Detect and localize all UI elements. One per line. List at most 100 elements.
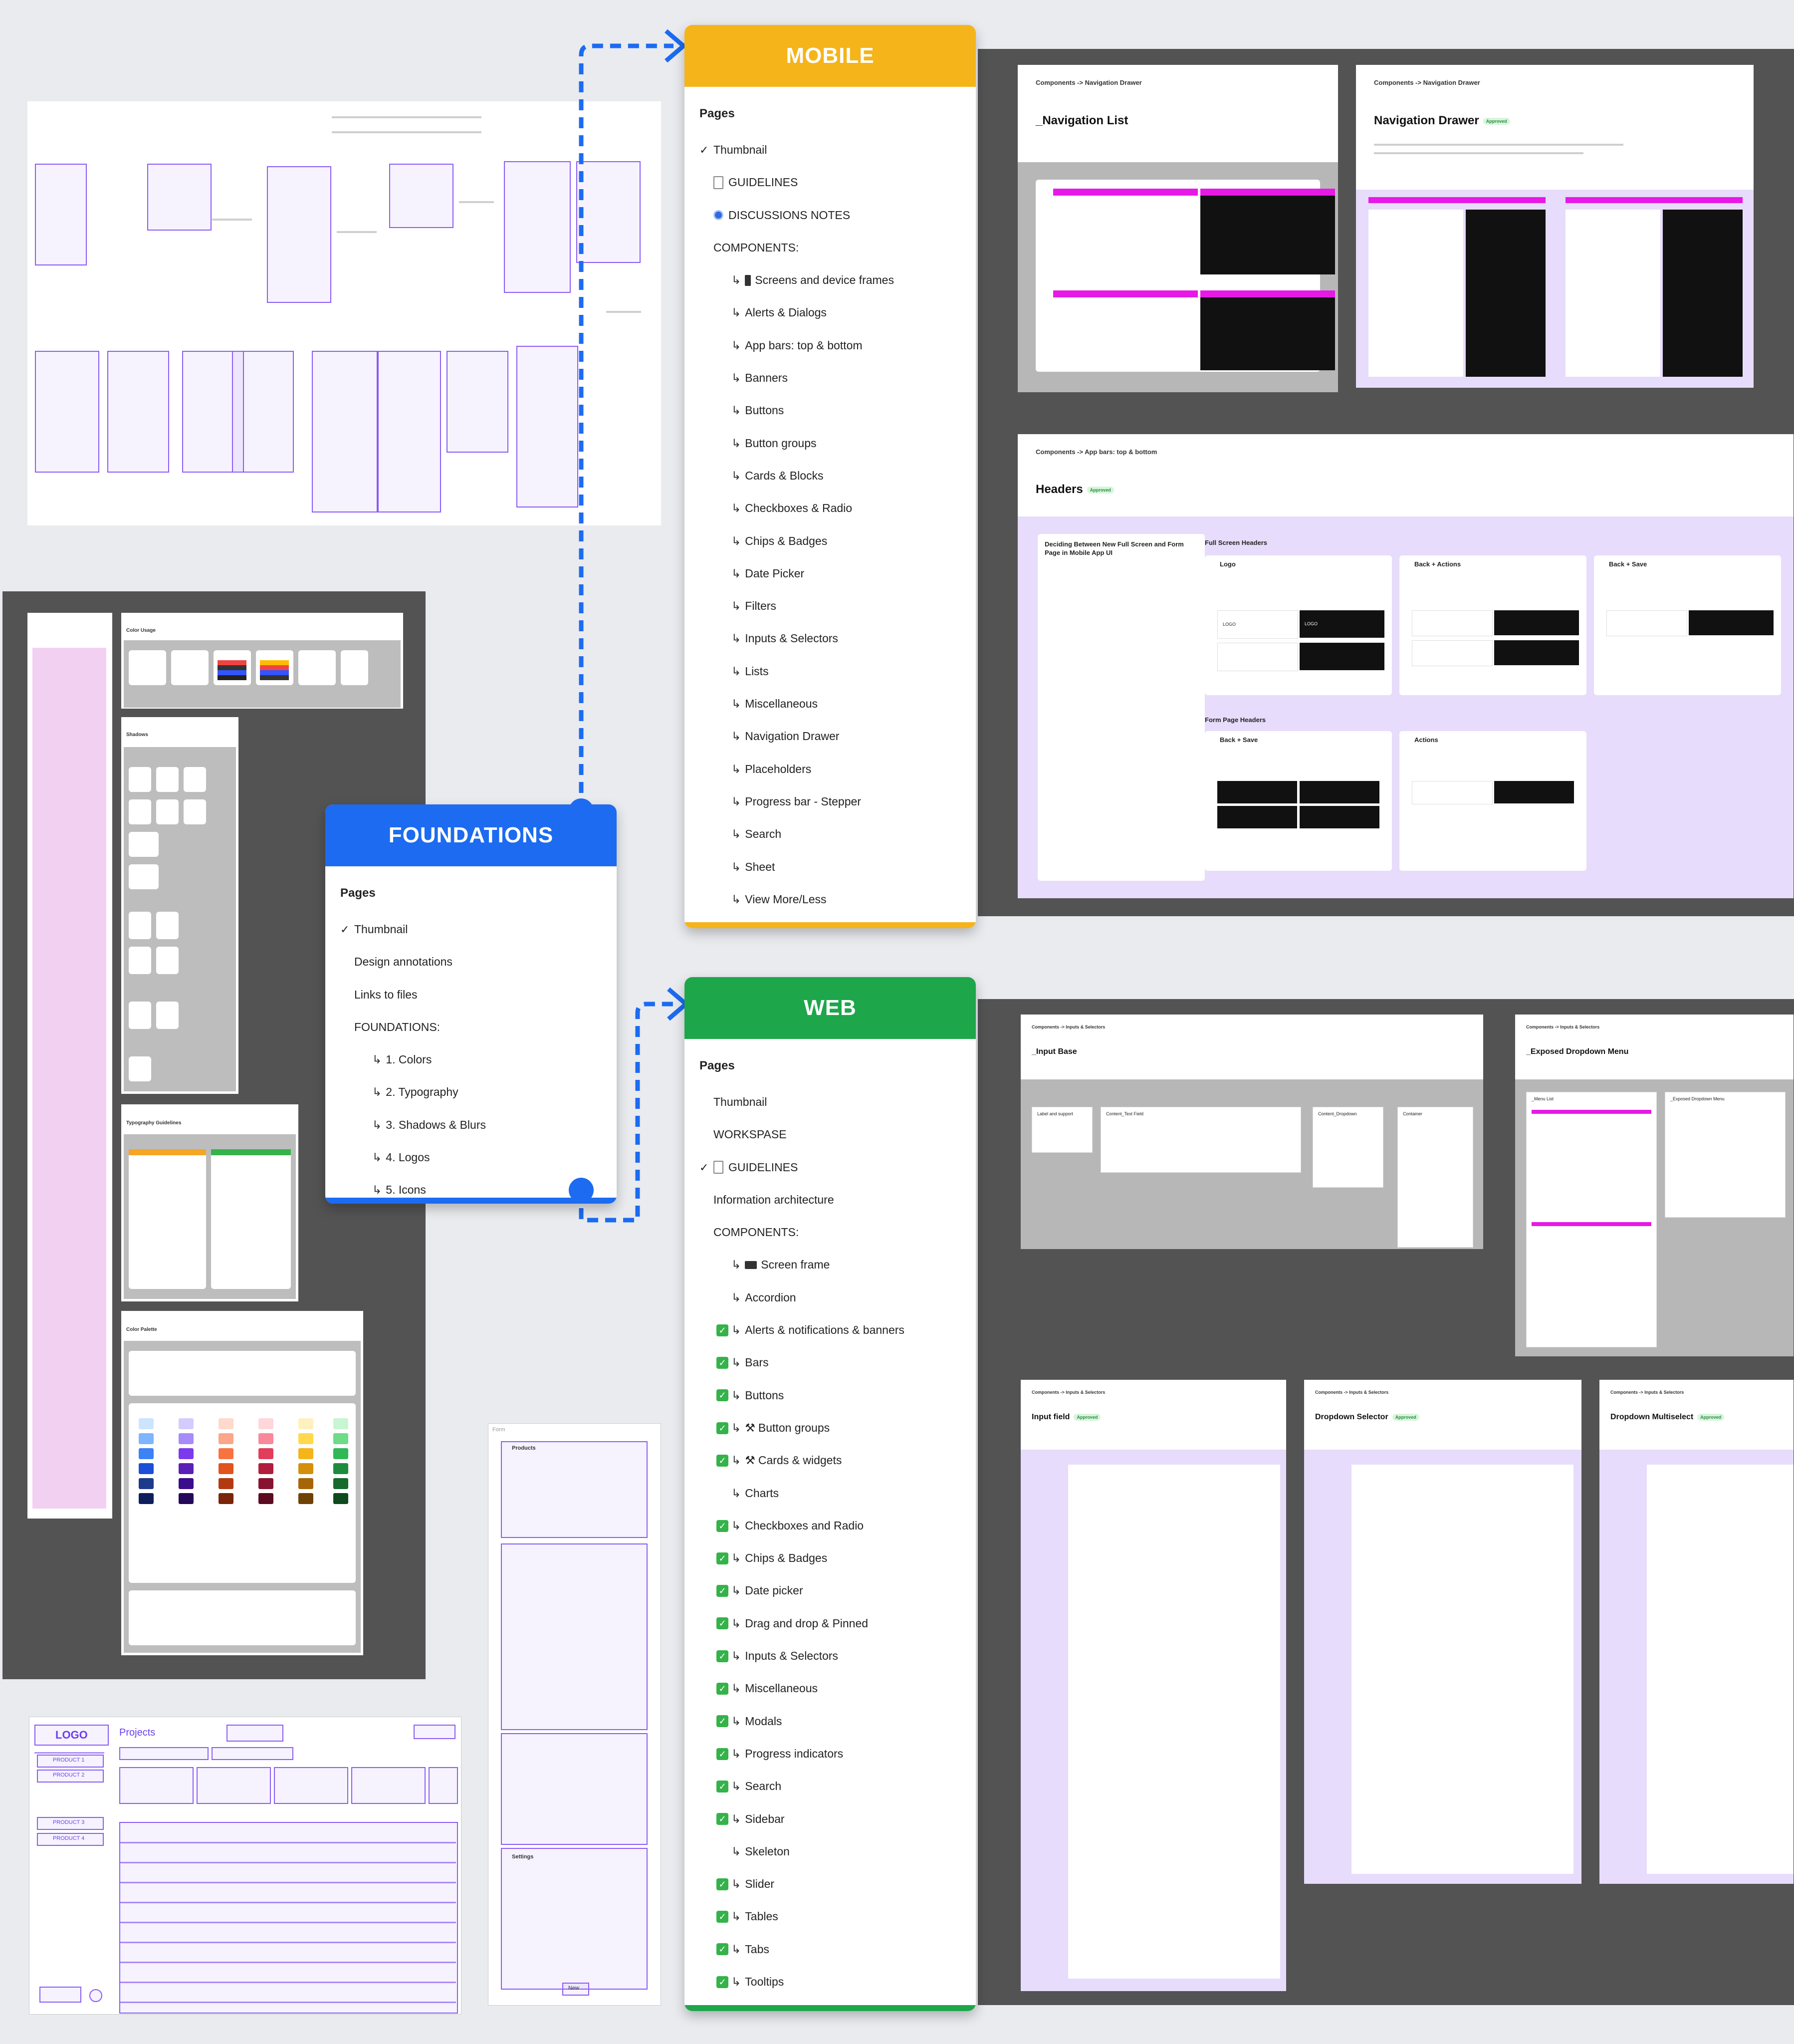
page-item-3-shadows-blurs[interactable]: ↳ 3. Shadows & Blurs xyxy=(325,1109,617,1141)
page-item-1-colors[interactable]: ↳ 1. Colors xyxy=(325,1043,617,1076)
page-item-guidelines[interactable]: GUIDELINES xyxy=(684,166,976,199)
page-item-label: Search xyxy=(745,827,782,841)
web-panel-footer xyxy=(684,2005,976,2011)
page-item-modals[interactable]: ✓ ↳ Modals xyxy=(684,1705,976,1738)
page-item-view-more-less[interactable]: ↳ View More/Less xyxy=(684,883,976,916)
page-item-tooltips[interactable]: ✓ ↳ Tooltips xyxy=(684,1966,976,1998)
page-item-label: Filters xyxy=(745,599,776,613)
report-card[interactable] xyxy=(274,1767,348,1804)
report-card[interactable] xyxy=(429,1767,458,1804)
page-item-information-architecture[interactable]: Information architecture xyxy=(684,1184,976,1216)
page-item-drag-and-drop-pinned[interactable]: ✓ ↳ Drag and drop & Pinned xyxy=(684,1607,976,1640)
page-item-progress-bar-stepper[interactable]: ↳ Progress bar - Stepper xyxy=(684,785,976,818)
page-item-components[interactable]: COMPONENTS: xyxy=(684,232,976,264)
page-item-2-typography[interactable]: ↳ 2. Typography xyxy=(325,1076,617,1108)
column-title: Container xyxy=(1403,1111,1423,1116)
page-item-date-picker[interactable]: ↳ Date Picker xyxy=(684,557,976,590)
checkmark-icon: ✓ xyxy=(699,144,709,156)
page-item-inputs-selectors[interactable]: ↳ Inputs & Selectors xyxy=(684,622,976,655)
wireframe-screen xyxy=(576,161,641,263)
sub-item-arrow-icon: ↳ xyxy=(731,1910,741,1923)
report-card[interactable] xyxy=(351,1767,426,1804)
form-wireframe: Form Products Settings New xyxy=(488,1423,661,2006)
page-item-banners[interactable]: ↳ Banners xyxy=(684,362,976,394)
document-icon xyxy=(713,1161,723,1174)
page-item-chips-badges[interactable]: ✓ ↳ Chips & Badges xyxy=(684,1542,976,1574)
page-item-search[interactable]: ↳ Search xyxy=(684,818,976,850)
page-item-navigation-drawer[interactable]: ↳ Navigation Drawer xyxy=(684,720,976,753)
page-item-charts[interactable]: ↳ Charts xyxy=(684,1477,976,1510)
page-item-placeholders[interactable]: ↳ Placeholders xyxy=(684,753,976,785)
page-item-alerts-notifications-banners[interactable]: ✓ ↳ Alerts & notifications & banners xyxy=(684,1314,976,1346)
sidebar-item-product-4[interactable]: PRODUCT 4 xyxy=(37,1833,104,1846)
page-item-label: Slider xyxy=(745,1877,775,1891)
top-right-button[interactable] xyxy=(414,1725,455,1739)
new-button[interactable]: New xyxy=(562,1983,589,1996)
page-item-buttons[interactable]: ✓ ↳ Buttons xyxy=(684,1379,976,1412)
page-item-inputs-selectors[interactable]: ✓ ↳ Inputs & Selectors xyxy=(684,1640,976,1672)
page-item-filters[interactable]: ↳ Filters xyxy=(684,590,976,622)
page-item-label: Links to files xyxy=(354,988,418,1001)
page-item-accordion[interactable]: ↳ Accordion xyxy=(684,1281,976,1314)
page-item-cards-blocks[interactable]: ↳ Cards & Blocks xyxy=(684,460,976,492)
sidebar-item-label: PRODUCT 1 xyxy=(53,1757,85,1763)
shadows-title: Shadows xyxy=(126,732,148,738)
page-item-workspase[interactable]: WORKSPASE xyxy=(684,1118,976,1151)
page-item-search[interactable]: ✓ ↳ Search xyxy=(684,1770,976,1802)
page-item-app-bars-top-bottom[interactable]: ↳ App bars: top & bottom xyxy=(684,329,976,362)
page-item-label: Alerts & Dialogs xyxy=(745,306,827,319)
sidebar-item-product-1[interactable]: PRODUCT 1 xyxy=(37,1755,104,1768)
page-item-foundations[interactable]: FOUNDATIONS: xyxy=(325,1011,617,1043)
sub-item-arrow-icon: ↳ xyxy=(731,1714,741,1728)
page-item-bars[interactable]: ✓ ↳ Bars xyxy=(684,1346,976,1379)
page-item-checkboxes-and-radio[interactable]: ✓ ↳ Checkboxes and Radio xyxy=(684,1510,976,1542)
page-item-links-to-files[interactable]: Links to files xyxy=(325,979,617,1011)
page-item-components[interactable]: COMPONENTS: xyxy=(684,1216,976,1249)
page-item-thumbnail[interactable]: ✓ Thumbnail xyxy=(684,134,976,166)
status-badge: Approved xyxy=(1697,1413,1725,1421)
company-select[interactable] xyxy=(119,1747,209,1760)
page-item-thumbnail[interactable]: ✓ Thumbnail xyxy=(325,913,617,946)
sidebar-item-product-2[interactable]: PRODUCT 2 xyxy=(37,1770,104,1783)
sub-item-arrow-icon: ↳ xyxy=(731,762,741,775)
page-item-lists[interactable]: ↳ Lists xyxy=(684,655,976,688)
page-item-screens-and-device-frames[interactable]: ↳ Screens and device frames xyxy=(684,264,976,296)
collapse-icon[interactable] xyxy=(89,1989,102,2002)
page-item-cards-widgets[interactable]: ✓ ↳ ⚒ Cards & widgets xyxy=(684,1444,976,1477)
report-card[interactable] xyxy=(119,1767,194,1804)
page-item-4-logos[interactable]: ↳ 4. Logos xyxy=(325,1141,617,1174)
sub-item-arrow-icon: ↳ xyxy=(731,502,741,515)
page-item-slider[interactable]: ✓ ↳ Slider xyxy=(684,1868,976,1900)
page-item-screen-frame[interactable]: ↳ Screen frame xyxy=(684,1249,976,1281)
page-item-discussions-notes[interactable]: DISCUSSIONS NOTES xyxy=(684,199,976,232)
page-item-sheet[interactable]: ↳ Sheet xyxy=(684,851,976,883)
color-card xyxy=(214,650,251,685)
page-item-date-picker[interactable]: ✓ ↳ Date picker xyxy=(684,1574,976,1607)
page-item-buttons[interactable]: ↳ Buttons xyxy=(684,394,976,427)
page-item-sidebar[interactable]: ✓ ↳ Sidebar xyxy=(684,1803,976,1835)
page-item-alerts-dialogs[interactable]: ↳ Alerts & Dialogs xyxy=(684,296,976,329)
page-item-tabs[interactable]: ✓ ↳ Tabs xyxy=(684,1933,976,1966)
project-type-select[interactable] xyxy=(212,1747,293,1760)
navigation-list-frame: Components -> Navigation Drawer _Navigat… xyxy=(1018,65,1338,392)
page-item-thumbnail[interactable]: Thumbnail xyxy=(684,1086,976,1118)
page-item-miscellaneous[interactable]: ↳ Miscellaneous xyxy=(684,688,976,720)
page-item-button-groups[interactable]: ↳ Button groups xyxy=(684,427,976,460)
color-palette-frame: Color Palette xyxy=(121,1311,363,1655)
close-sidebar-button[interactable] xyxy=(39,1987,81,2003)
report-card[interactable] xyxy=(197,1767,271,1804)
page-item-button-groups[interactable]: ✓ ↳ ⚒ Button groups xyxy=(684,1412,976,1444)
page-item-guidelines[interactable]: ✓ GUIDELINES xyxy=(684,1151,976,1184)
page-item-tables[interactable]: ✓ ↳ Tables xyxy=(684,1900,976,1933)
full-screen-label: Full Screen Headers xyxy=(1205,539,1267,546)
page-item-skeleton[interactable]: ↳ Skeleton xyxy=(684,1835,976,1868)
logo-text: LOGO xyxy=(1305,621,1318,626)
page-item-design-annotations[interactable]: Design annotations xyxy=(325,946,617,978)
page-item-chips-badges[interactable]: ↳ Chips & Badges xyxy=(684,525,976,557)
wireframe-screen xyxy=(232,351,294,473)
sidebar-item-product-3[interactable]: PRODUCT 3 xyxy=(37,1817,104,1830)
page-item-label: Search xyxy=(745,1780,782,1793)
page-item-miscellaneous[interactable]: ✓ ↳ Miscellaneous xyxy=(684,1672,976,1705)
page-item-progress-indicators[interactable]: ✓ ↳ Progress indicators xyxy=(684,1738,976,1770)
page-item-checkboxes-radio[interactable]: ↳ Checkboxes & Radio xyxy=(684,492,976,524)
